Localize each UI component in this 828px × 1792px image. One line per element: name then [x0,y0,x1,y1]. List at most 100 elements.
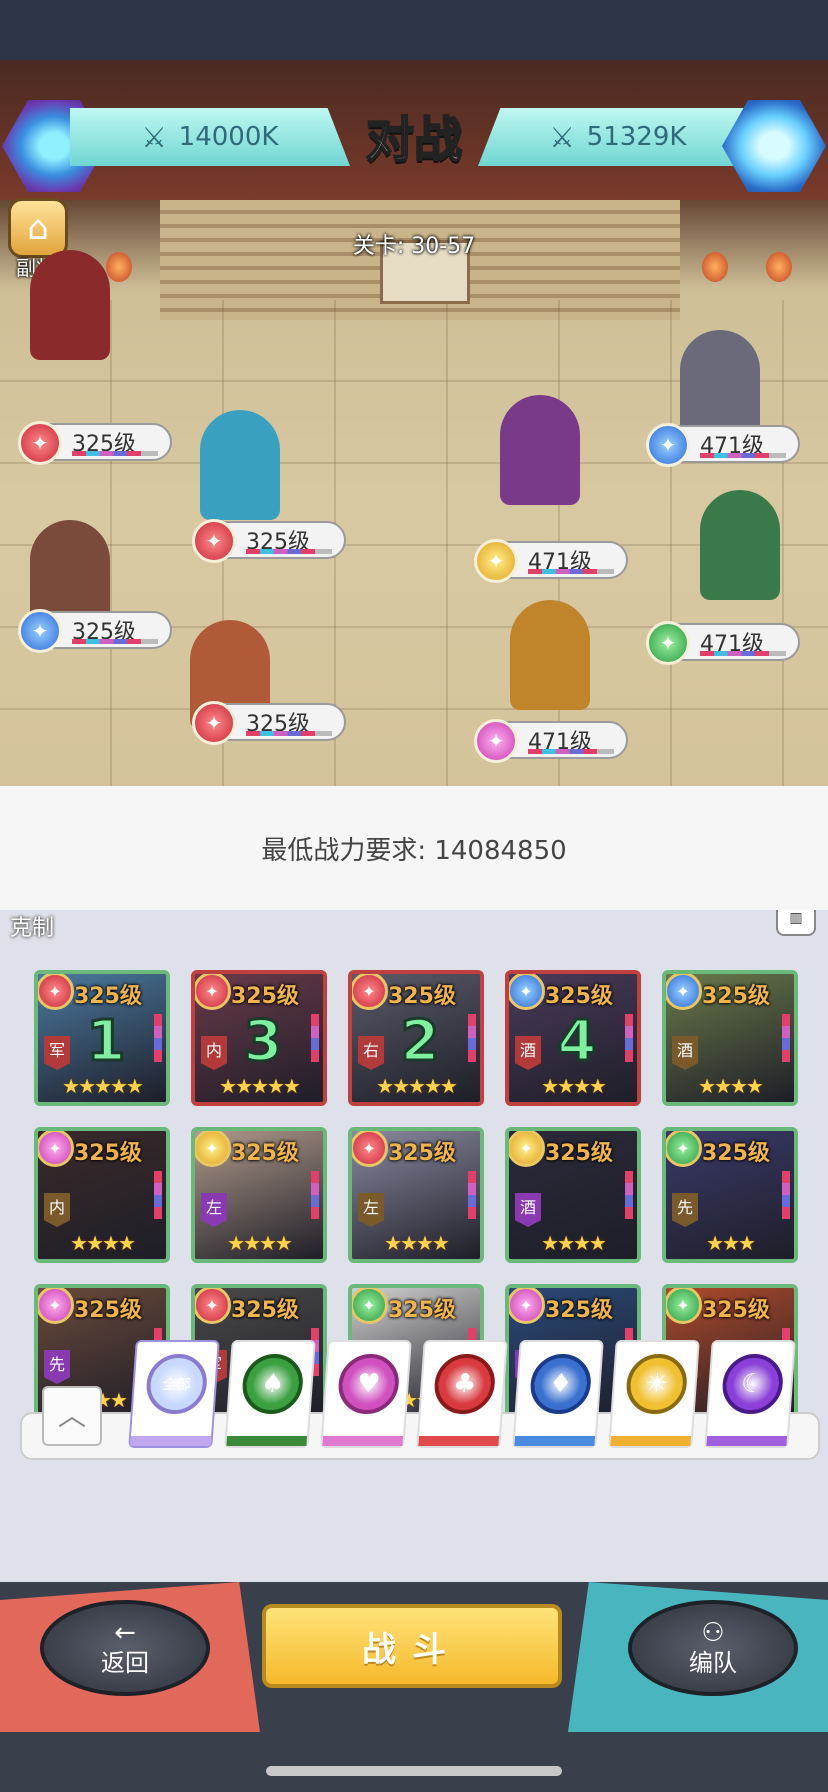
enemy-unit-figure[interactable] [490,395,590,525]
hero-card[interactable]: ✦ 325级内 ★★★★★ 3 [191,970,327,1106]
enemy-unit-figure[interactable] [690,490,790,620]
filter-tab-all[interactable]: 全部 [128,1340,220,1448]
enemy-unit-figure[interactable] [500,600,600,730]
hero-stars: ★★★★ [698,1074,764,1098]
filter-color-bar [610,1436,692,1446]
hero-side-bar [782,1014,790,1062]
enemy-unit-level: ✦ 471级 [646,423,800,467]
hero-card[interactable]: ✦ 325级军 ★★★★★ 1 [34,970,170,1106]
enemy-power: ⚔ 51329K [478,108,758,166]
hero-side-bar [311,1171,319,1219]
hero-role-tag: 先 [672,1193,698,1227]
hp-bar [700,651,786,656]
hero-level: 325级 [74,984,142,1009]
hero-level: 325级 [231,1141,299,1166]
hero-card[interactable]: ✦ 325级酒 ★★★★ [505,1127,641,1263]
hp-bar [72,451,158,456]
faction-icon: ✦ [666,1131,702,1167]
hero-side-bar [154,1014,162,1062]
hero-card[interactable]: ✦325级先 ★★★ [662,1127,798,1263]
hero-level: 325级 [388,1298,456,1323]
hero-card[interactable]: ✦ 325级右 ★★★★★ 2 [348,970,484,1106]
faction-icon: ✦ [18,421,62,465]
hero-sprite [500,395,580,505]
hp-bar [528,749,614,754]
hero-stars: ★★★★★ [376,1074,458,1098]
team-icon: ⚇ [701,1618,725,1648]
bottom-bar: ← 返回 战斗 ⚇ 编队 [0,1582,828,1792]
enemy-unit-level: ✦ 471级 [474,539,628,583]
enemy-power-value: 51329K [586,122,687,152]
player-unit-level: ✦ 325级 [18,609,172,653]
collapse-button[interactable]: ︿ [42,1386,102,1446]
faction-icon: ✦ [38,1288,74,1324]
hero-role-tag: 酒 [515,1036,541,1070]
hero-level: 325级 [702,984,770,1009]
filter-tab-heart[interactable]: ♥ [320,1340,412,1448]
crossed-swords-icon: ⚔ [141,120,167,154]
hero-sprite [30,250,110,360]
hero-card[interactable]: ✦ 325级左 ★★★★ [191,1127,327,1263]
filter-tab-club[interactable]: ♣ [416,1340,508,1448]
crossed-swords-icon: ⚔ [549,120,575,154]
sun-icon: ☀ [624,1354,689,1414]
faction-icon: ✦ [666,974,702,1010]
power-requirement: 最低战力要求: 14084850 [0,786,828,910]
hero-card[interactable]: ✦ 325级左 ★★★★ [348,1127,484,1263]
faction-icon: ✦ [509,1131,545,1167]
hero-stars: ★★★★ [227,1231,293,1255]
faction-icon: ✦ [509,974,545,1010]
hero-role-tag: 右 [358,1036,384,1070]
battlefield: ⚔ 14000K 对战 ⚔ 51329K 关卡: 30-57 ⌂ 副将 ✦325… [0,0,828,786]
faction-icon: ✦ [352,1131,388,1167]
filter-color-bar [226,1436,308,1446]
faction-icon: ✦ [18,609,62,653]
hero-stars: ★★★★ [541,1231,607,1255]
hero-level: 325级 [388,1141,456,1166]
back-label: 返回 [101,1649,149,1677]
restrain-button[interactable]: 克制 [10,910,54,942]
fight-button[interactable]: 战斗 [262,1604,562,1688]
stage-label: 关卡: 30-57 [352,234,476,259]
filter-tab-moon[interactable]: ☾ [704,1340,796,1448]
faction-icon: ✦ [646,423,690,467]
hero-side-bar [154,1171,162,1219]
hero-sprite [510,600,590,710]
player-unit-figure[interactable] [20,250,120,380]
team-button[interactable]: ⚇ 编队 [628,1600,798,1696]
hero-stars: ★★★★ [384,1231,450,1255]
hero-card[interactable]: ✦ 325级酒 ★★★★ [662,970,798,1106]
page-title: 对战 [365,111,463,169]
filter-color-bar [130,1436,212,1446]
all-icon: 全部 [144,1354,209,1414]
player-unit-level: ✦ 325级 [18,421,172,465]
hero-stars: ★★★★★ [62,1074,144,1098]
hero-card[interactable]: ✦ 325级酒 ★★★★ 4 [505,970,641,1106]
faction-icon: ✦ [38,1131,74,1167]
grid-toggle-button[interactable]: ▥ [776,910,816,936]
player-unit-level: ✦ 325级 [192,701,346,745]
filter-color-bar [322,1436,404,1446]
hero-card[interactable]: ✦ 325级内 ★★★★ [34,1127,170,1263]
top-bar: ⚔ 14000K 对战 ⚔ 51329K [0,100,828,192]
hp-bar [528,569,614,574]
hp-bar [700,453,786,458]
filter-tab-diamond[interactable]: ♦ [512,1340,604,1448]
formation-order-number: 1 [85,1009,127,1074]
club-icon: ♣ [432,1354,497,1414]
team-label: 编队 [689,1649,737,1677]
back-button[interactable]: ← 返回 [40,1600,210,1696]
hero-level: 325级 [74,1141,142,1166]
hero-level: 325级 [74,1298,142,1323]
faction-icon: ✦ [474,539,518,583]
spade-icon: ♠ [240,1354,305,1414]
filter-tab-sun[interactable]: ☀ [608,1340,700,1448]
filter-tab-spade[interactable]: ♠ [224,1340,316,1448]
hero-role-tag: 左 [201,1193,227,1227]
filter-color-bar [418,1436,500,1446]
hero-side-bar [782,1171,790,1219]
hp-bar [72,639,158,644]
home-indicator [266,1766,562,1776]
hero-role-tag: 军 [44,1036,70,1070]
hero-side-bar [311,1014,319,1062]
